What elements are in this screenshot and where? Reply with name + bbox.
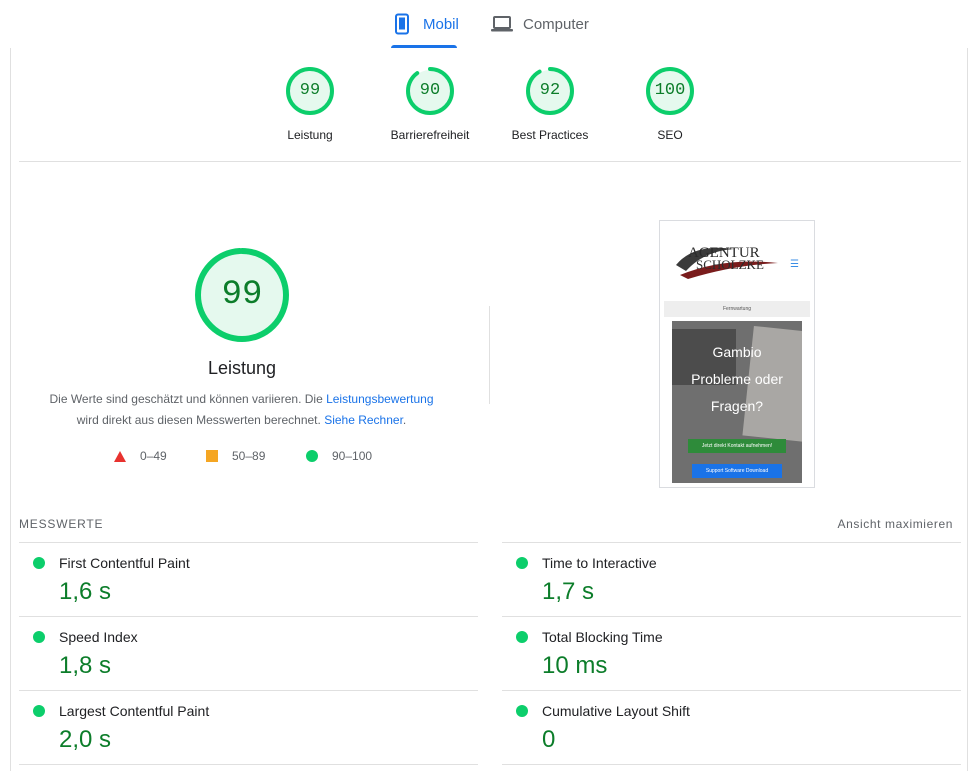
hero-line-1: Gambio xyxy=(712,344,762,360)
pass-circle-icon xyxy=(516,631,528,643)
gauge-score: 99 xyxy=(299,81,321,100)
performance-gauge: 99 xyxy=(193,246,291,344)
desc-text-2: wird direkt aus diesen Messwerten berech… xyxy=(76,413,325,427)
metric-row: Total Blocking Time 10 ms xyxy=(502,616,961,690)
metrics-header: MESSWERTE xyxy=(19,517,104,531)
hamburger-icon: ☰ xyxy=(790,259,799,270)
tab-mobil-label: Mobil xyxy=(423,15,459,33)
legend-range: 50–89 xyxy=(232,449,266,463)
gauge-score: 90 xyxy=(419,81,441,100)
hero-image: Gambio Probleme oder Fragen? Jetzt direk… xyxy=(672,321,802,483)
tab-mobil[interactable]: Mobil xyxy=(391,0,459,48)
logo-graphic: AGENTUR SCHOLZKE xyxy=(676,245,778,279)
contact-button: Jetzt direkt Kontakt aufnehmen! xyxy=(688,439,786,453)
divider xyxy=(19,764,478,765)
pass-circle-icon xyxy=(516,557,528,569)
metric-name: First Contentful Paint xyxy=(59,555,190,571)
pass-circle-icon xyxy=(33,631,45,643)
divider xyxy=(19,161,961,162)
metric-name: Time to Interactive xyxy=(542,555,657,571)
calculator-link[interactable]: Siehe Rechner xyxy=(324,413,403,427)
gauge-label: Best Practices xyxy=(511,128,589,142)
metric-row: Time to Interactive 1,7 s xyxy=(502,542,961,616)
metric-row: First Contentful Paint 1,6 s xyxy=(19,542,478,616)
gauge-score: 100 xyxy=(654,81,686,100)
circle-icon xyxy=(306,450,318,462)
category-gauge-best-practices[interactable]: 92 Best Practices xyxy=(495,66,605,142)
performance-title: Leistung xyxy=(207,358,277,378)
metric-value: 1,6 s xyxy=(59,578,112,605)
hero-text: Gambio Probleme oder Fragen? xyxy=(672,339,802,420)
tab-computer[interactable]: Computer xyxy=(491,0,589,48)
gauge-ring: 100 xyxy=(645,66,695,116)
metric-row: Speed Index 1,8 s xyxy=(19,616,478,690)
tab-computer-label: Computer xyxy=(523,15,589,33)
laptop-icon xyxy=(491,13,513,35)
metric-value: 10 ms xyxy=(542,652,608,679)
gauge-ring: 92 xyxy=(525,66,575,116)
hero-line-3: Fragen? xyxy=(710,398,764,414)
gauge-score: 92 xyxy=(539,81,561,100)
vertical-divider xyxy=(489,306,490,404)
metric-name: Cumulative Layout Shift xyxy=(542,703,690,719)
triangle-icon xyxy=(114,450,126,462)
metric-name: Speed Index xyxy=(59,629,138,645)
gauge-ring: 99 xyxy=(285,66,335,116)
category-gauge-performance[interactable]: 99 Leistung xyxy=(255,66,365,142)
pass-circle-icon xyxy=(516,705,528,717)
legend-item-average: 50–89 xyxy=(206,449,265,463)
performance-score: 99 xyxy=(221,276,263,314)
category-gauge-accessibility[interactable]: 90 Barrierefreiheit xyxy=(375,66,485,142)
metric-name: Total Blocking Time xyxy=(542,629,663,645)
expand-view-button[interactable]: Ansicht maximieren xyxy=(837,517,953,531)
smartphone-icon xyxy=(391,13,413,35)
metric-name: Largest Contentful Paint xyxy=(59,703,210,719)
metric-value: 2,0 s xyxy=(59,726,112,753)
logo-text-2: SCHOLZKE xyxy=(696,257,764,272)
legend-item-pass: 90–100 xyxy=(306,449,372,463)
legend-range: 0–49 xyxy=(140,449,167,463)
gauge-label: Leistung xyxy=(287,128,333,142)
divider xyxy=(502,764,961,765)
gauge-label: Barrierefreiheit xyxy=(390,128,470,142)
gauge-ring: 90 xyxy=(405,66,455,116)
metric-row: Largest Contentful Paint 2,0 s xyxy=(19,690,478,764)
site-logo: AGENTUR SCHOLZKE xyxy=(674,235,782,281)
fernwartung-strip: Fernwartung xyxy=(664,301,810,317)
metric-row: Cumulative Layout Shift 0 xyxy=(502,690,961,764)
download-button: Support Software Download xyxy=(692,464,782,478)
final-screenshot: AGENTUR SCHOLZKE ☰ Fernwartung Gambio Pr… xyxy=(659,220,815,488)
category-gauge-seo[interactable]: 100 SEO xyxy=(615,66,725,142)
scoring-link[interactable]: Leistungsbewertung xyxy=(326,392,433,406)
legend-range: 90–100 xyxy=(332,449,373,463)
pass-circle-icon xyxy=(33,705,45,717)
square-icon xyxy=(206,450,218,462)
performance-description: Die Werte sind geschätzt und können vari… xyxy=(30,389,453,431)
hero-line-2: Probleme oder xyxy=(691,371,783,387)
device-tabs: Mobil Computer xyxy=(0,0,979,48)
desc-text-end: . xyxy=(402,413,407,427)
legend-item-fail: 0–49 xyxy=(114,449,167,463)
gauge-label: SEO xyxy=(657,128,683,142)
metric-value: 1,7 s xyxy=(542,578,595,605)
metric-value: 0 xyxy=(542,726,556,753)
pass-circle-icon xyxy=(33,557,45,569)
metric-value: 1,8 s xyxy=(59,652,112,679)
desc-text-1: Die Werte sind geschätzt und können vari… xyxy=(49,392,327,406)
